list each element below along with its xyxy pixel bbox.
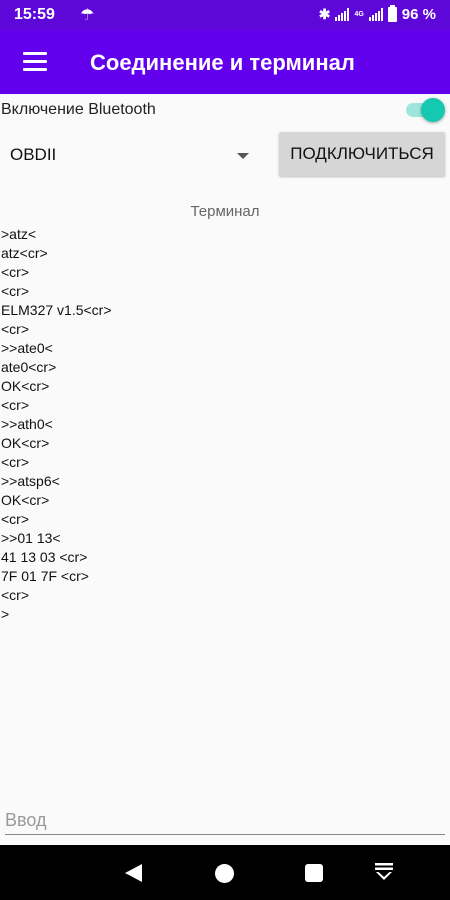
battery-percentage: 96 % (401, 6, 436, 23)
chevron-down-icon (237, 153, 249, 159)
terminal-line: OK<cr> (1, 435, 50, 451)
hamburger-menu-icon[interactable] (23, 52, 47, 71)
bluetooth-toggle-switch[interactable] (404, 97, 445, 123)
page-title: Соединение и терминал (90, 50, 355, 75)
notification-shade-icon[interactable] (373, 861, 395, 883)
connect-button[interactable]: ПОДКЛЮЧИТЬСЯ (279, 132, 445, 176)
terminal-line: <cr> (1, 454, 30, 470)
terminal-title: Терминал (190, 203, 260, 220)
network-type-label: 4G (354, 11, 364, 18)
terminal-line: >>ate0< (1, 340, 53, 356)
terminal-line: >atz< (1, 226, 37, 242)
terminal-line: ate0<cr> (1, 359, 57, 375)
status-icons: ✱ 4G 96 % (318, 5, 436, 23)
terminal-line: <cr> (1, 397, 30, 413)
terminal-line: OK<cr> (1, 492, 50, 508)
terminal-line: >>ath0< (1, 416, 53, 432)
command-input[interactable] (5, 806, 445, 835)
terminal-line: <cr> (1, 264, 30, 280)
bluetooth-icon: ✱ (318, 6, 331, 22)
terminal-line: >>01 13< (1, 530, 61, 546)
terminal-line: > (1, 606, 10, 622)
switch-thumb (421, 98, 445, 122)
terminal-line: >>atsp6< (1, 473, 60, 489)
terminal-line: atz<cr> (1, 245, 48, 261)
device-dropdown[interactable]: OBDII (0, 138, 264, 174)
terminal-line: <cr> (1, 321, 30, 337)
signal-icon-2 (368, 8, 383, 21)
app-bar: Соединение и терминал (0, 30, 450, 94)
back-icon[interactable] (125, 864, 142, 882)
terminal-line: ELM327 v1.5<cr> (1, 302, 112, 318)
terminal-line: <cr> (1, 587, 30, 603)
terminal-line: 7F 01 7F <cr> (1, 568, 89, 584)
device-dropdown-value: OBDII (10, 145, 57, 164)
terminal-line: 41 13 03 <cr> (1, 549, 88, 565)
terminal-log: >atz< atz<cr> <cr> <cr> ELM327 v1.5<cr> <cr> >… (1, 225, 441, 624)
battery-icon (387, 5, 397, 22)
bluetooth-toggle-label: Включение Bluetooth (1, 101, 156, 118)
terminal-line: <cr> (1, 283, 30, 299)
navigation-bar (0, 845, 450, 900)
terminal-line: <cr> (1, 511, 30, 527)
status-time: 15:59 (14, 6, 55, 23)
terminal-line: OK<cr> (1, 378, 50, 394)
home-icon[interactable] (215, 864, 234, 883)
recent-apps-icon[interactable] (305, 864, 323, 882)
umbrella-icon: ☂ (80, 7, 95, 24)
signal-icon (335, 8, 350, 21)
status-bar: 15:59 ☂ ✱ 4G 96 % (0, 0, 450, 30)
